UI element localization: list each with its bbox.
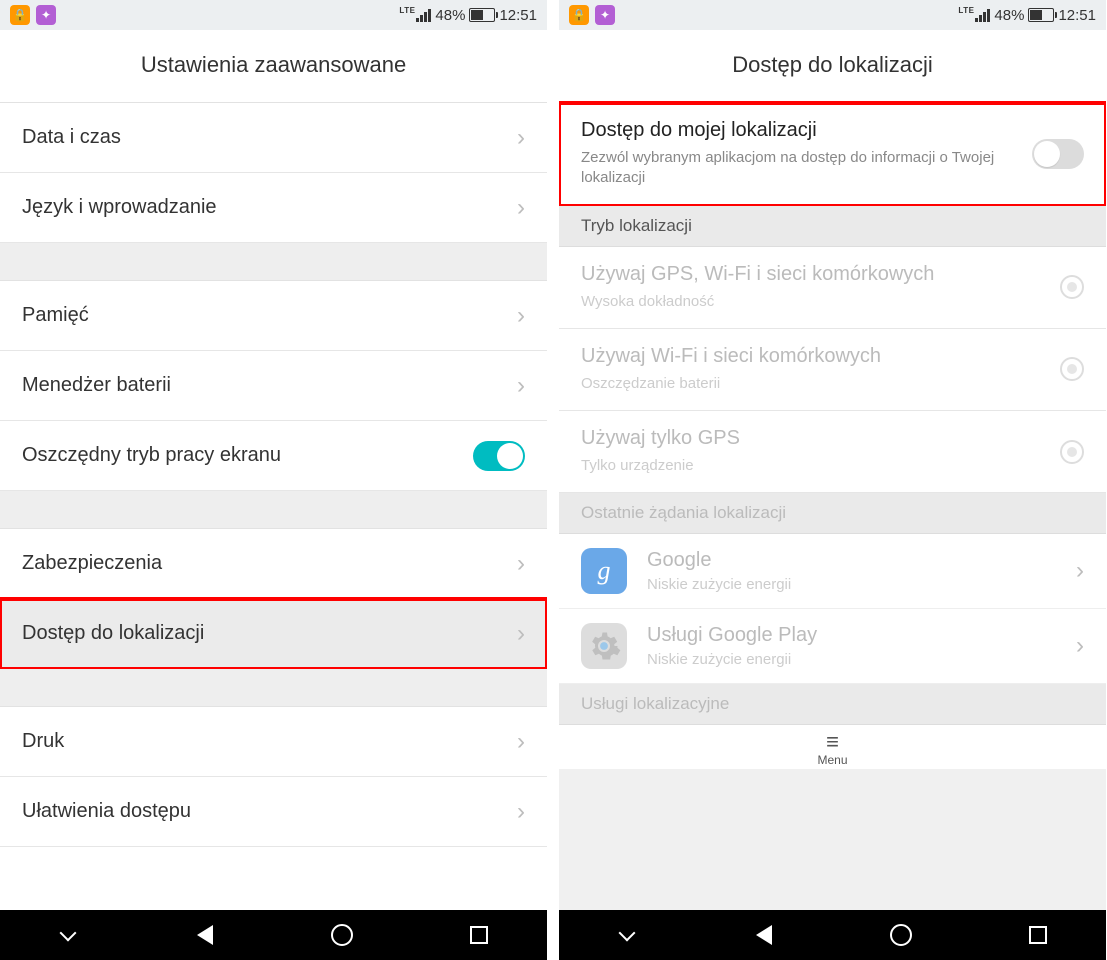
row-print[interactable]: Druk › — [0, 707, 547, 777]
row-battery-manager[interactable]: Menedżer baterii › — [0, 351, 547, 421]
row-app-play-services[interactable]: Usługi Google Play Niskie zużycie energi… — [559, 609, 1106, 684]
row-location-access[interactable]: Dostęp do lokalizacji › — [0, 599, 547, 669]
gear-icon — [581, 623, 627, 669]
menu-button[interactable]: ≡ Menu — [559, 724, 1106, 769]
menu-label: Menu — [559, 753, 1106, 767]
eco-screen-toggle[interactable] — [473, 441, 525, 471]
row-label: Oszczędny tryb pracy ekranu — [22, 444, 473, 467]
signal-icon — [416, 8, 431, 22]
row-label: Dostęp do lokalizacji — [22, 622, 517, 645]
status-icon-app1: 🔒 — [569, 5, 589, 25]
page-title: Ustawienia zaawansowane — [0, 30, 547, 103]
nav-home-icon[interactable] — [330, 923, 354, 947]
radio-icon[interactable] — [1060, 440, 1084, 464]
nav-back-icon[interactable] — [193, 923, 217, 947]
lte-indicator: LTE — [958, 6, 974, 15]
row-language[interactable]: Język i wprowadzanie › — [0, 173, 547, 243]
chevron-right-icon: › — [517, 798, 525, 826]
battery-icon — [469, 8, 495, 22]
status-bar: 🔒 ✦ LTE 48% 12:51 — [559, 0, 1106, 30]
page-title: Dostęp do lokalizacji — [559, 30, 1106, 103]
nav-recent-icon[interactable] — [467, 923, 491, 947]
section-gap — [0, 243, 547, 281]
nav-expand-icon[interactable] — [56, 923, 80, 947]
row-mode-battery-saving[interactable]: Używaj Wi-Fi i sieci komórkowych Oszczęd… — [559, 329, 1106, 411]
row-eco-screen[interactable]: Oszczędny tryb pracy ekranu — [0, 421, 547, 491]
app-subtitle: Niskie zużycie energii — [647, 576, 1076, 593]
chevron-right-icon: › — [517, 194, 525, 222]
nav-bar — [0, 910, 547, 960]
status-icon-app2: ✦ — [36, 5, 56, 25]
radio-icon[interactable] — [1060, 357, 1084, 381]
phone-right: 🔒 ✦ LTE 48% 12:51 Dostęp do lokalizacji … — [559, 0, 1106, 960]
row-label: Ułatwienia dostępu — [22, 800, 517, 823]
row-subtitle: Wysoka dokładność — [581, 292, 1048, 312]
status-bar: 🔒 ✦ LTE 48% 12:51 — [0, 0, 547, 30]
nav-expand-icon[interactable] — [615, 923, 639, 947]
section-location-services: Usługi lokalizacyjne — [559, 684, 1106, 724]
section-gap — [0, 491, 547, 529]
chevron-right-icon: › — [1076, 557, 1084, 585]
nav-back-icon[interactable] — [752, 923, 776, 947]
phone-left: 🔒 ✦ LTE 48% 12:51 Ustawienia zaawansowan… — [0, 0, 547, 960]
row-label: Zabezpieczenia — [22, 552, 517, 575]
app-title: Google — [647, 549, 1076, 572]
app-subtitle: Niskie zużycie energii — [647, 651, 1076, 668]
signal-icon — [975, 8, 990, 22]
status-icon-app2: ✦ — [595, 5, 615, 25]
row-label: Pamięć — [22, 304, 517, 327]
app-title: Usługi Google Play — [647, 624, 1076, 647]
clock: 12:51 — [499, 7, 537, 24]
row-security[interactable]: Zabezpieczenia › — [0, 529, 547, 599]
row-subtitle: Tylko urządzenie — [581, 456, 1048, 476]
row-title: Używaj tylko GPS — [581, 427, 1048, 450]
chevron-right-icon: › — [517, 372, 525, 400]
row-app-google[interactable]: g Google Niskie zużycie energii › — [559, 534, 1106, 609]
row-subtitle: Zezwól wybranym aplikacjom na dostęp do … — [581, 148, 1020, 189]
section-location-mode: Tryb lokalizacji — [559, 206, 1106, 247]
google-icon: g — [581, 548, 627, 594]
battery-percent: 48% — [994, 7, 1024, 24]
chevron-right-icon: › — [517, 728, 525, 756]
chevron-right-icon: › — [517, 302, 525, 330]
row-date-time[interactable]: Data i czas › — [0, 103, 547, 173]
clock: 12:51 — [1058, 7, 1096, 24]
row-accessibility[interactable]: Ułatwienia dostępu › — [0, 777, 547, 847]
location-access-toggle[interactable] — [1032, 139, 1084, 169]
section-gap — [0, 669, 547, 707]
row-title: Używaj GPS, Wi-Fi i sieci komórkowych — [581, 263, 1048, 286]
row-subtitle: Oszczędzanie baterii — [581, 374, 1048, 394]
row-my-location-access[interactable]: Dostęp do mojej lokalizacji Zezwól wybra… — [559, 103, 1106, 206]
lte-indicator: LTE — [399, 6, 415, 15]
chevron-right-icon: › — [1076, 632, 1084, 660]
row-title: Dostęp do mojej lokalizacji — [581, 119, 1020, 142]
hamburger-icon: ≡ — [559, 731, 1106, 753]
battery-icon — [1028, 8, 1054, 22]
radio-icon[interactable] — [1060, 275, 1084, 299]
chevron-right-icon: › — [517, 550, 525, 578]
row-mode-high-accuracy[interactable]: Używaj GPS, Wi-Fi i sieci komórkowych Wy… — [559, 247, 1106, 329]
status-icon-app1: 🔒 — [10, 5, 30, 25]
chevron-right-icon: › — [517, 620, 525, 648]
row-label: Druk — [22, 730, 517, 753]
row-label: Data i czas — [22, 126, 517, 149]
battery-percent: 48% — [435, 7, 465, 24]
row-mode-device-only[interactable]: Używaj tylko GPS Tylko urządzenie — [559, 411, 1106, 493]
section-recent-requests: Ostatnie żądania lokalizacji — [559, 493, 1106, 534]
chevron-right-icon: › — [517, 124, 525, 152]
nav-bar — [559, 910, 1106, 960]
row-label: Język i wprowadzanie — [22, 196, 517, 219]
nav-recent-icon[interactable] — [1026, 923, 1050, 947]
row-label: Menedżer baterii — [22, 374, 517, 397]
row-title: Używaj Wi-Fi i sieci komórkowych — [581, 345, 1048, 368]
nav-home-icon[interactable] — [889, 923, 913, 947]
row-memory[interactable]: Pamięć › — [0, 281, 547, 351]
